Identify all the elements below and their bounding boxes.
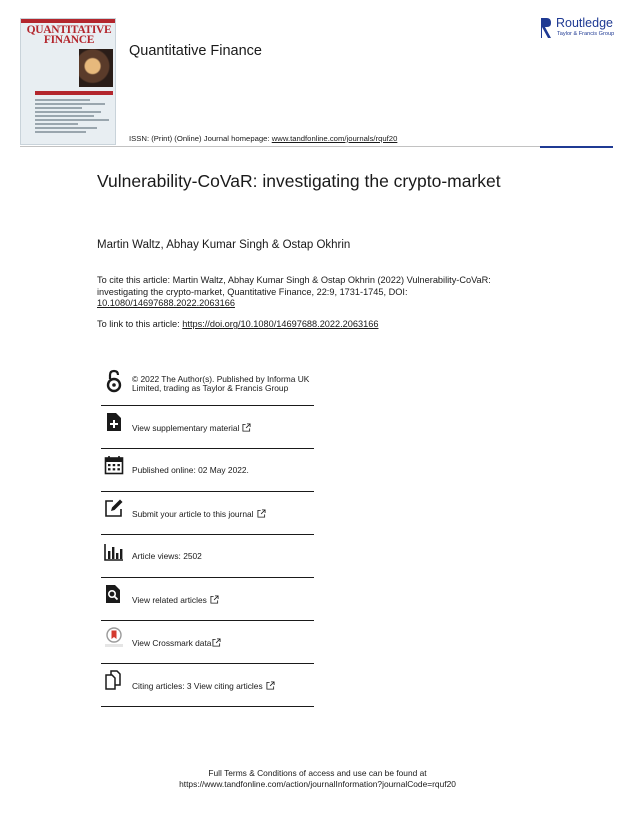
routledge-r-icon xyxy=(541,18,551,38)
article-authors: Martin Waltz, Abhay Kumar Singh & Ostap … xyxy=(97,239,351,251)
crossmark-link[interactable]: View Crossmark data xyxy=(132,638,221,648)
issn-line: ISSN: (Print) (Online) Journal homepage:… xyxy=(129,134,397,143)
citing-label: Citing articles: 3 View citing articles xyxy=(132,681,263,691)
submit-link[interactable]: Submit your article to this journal xyxy=(132,509,266,519)
external-link-icon xyxy=(266,681,275,690)
cover-contents-lines xyxy=(35,99,113,135)
cover-title: QUANTITATIVE FINANCE xyxy=(26,24,112,46)
views-row: Article views: 2502 xyxy=(101,535,314,578)
issn-text: ISSN: (Print) (Online) Journal homepage: xyxy=(129,134,272,143)
publisher-logo: Routledge Taylor & Francis Group xyxy=(540,16,620,42)
search-document-icon xyxy=(106,585,120,603)
published-row: Published online: 02 May 2022. xyxy=(101,449,314,492)
external-link-icon xyxy=(242,423,251,432)
journal-cover-image: QUANTITATIVE FINANCE xyxy=(20,18,116,145)
related-link[interactable]: View related articles xyxy=(132,595,219,605)
submit-row[interactable]: Submit your article to this journal xyxy=(101,492,314,535)
terms-text: Full Terms & Conditions of access and us… xyxy=(208,768,427,778)
terms-url[interactable]: https://www.tandfonline.com/action/journ… xyxy=(0,779,635,790)
open-access-icon xyxy=(106,369,122,393)
crossmark-label: View Crossmark data xyxy=(132,638,212,648)
journal-name: Quantitative Finance xyxy=(129,43,262,59)
license-row: © 2022 The Author(s). Published by Infor… xyxy=(101,364,314,406)
citation-doi-link[interactable]: 10.1080/14697688.2022.2063166 xyxy=(97,298,235,308)
cover-top-strip xyxy=(21,19,115,23)
crossmark-icon xyxy=(105,627,123,647)
submit-label: Submit your article to this journal xyxy=(132,509,254,519)
views-count: Article views: 2502 xyxy=(132,551,202,561)
external-link-icon xyxy=(210,595,219,604)
cover-artwork xyxy=(79,49,113,87)
cover-band xyxy=(35,91,113,95)
supplementary-label: View supplementary material xyxy=(132,423,240,433)
publisher-subtitle: Taylor & Francis Group xyxy=(557,31,615,37)
article-title: Vulnerability-CoVaR: investigating the c… xyxy=(97,171,501,191)
article-link-line: To link to this article: https://doi.org… xyxy=(97,319,378,329)
article-doi-link[interactable]: https://doi.org/10.1080/14697688.2022.20… xyxy=(182,319,378,329)
article-link-label: To link to this article: xyxy=(97,319,183,329)
external-link-icon xyxy=(212,638,221,647)
supplementary-row[interactable]: View supplementary material xyxy=(101,406,314,449)
edit-pencil-icon xyxy=(105,499,123,517)
license-text: © 2022 The Author(s). Published by Infor… xyxy=(132,374,310,393)
citation-block: To cite this article: Martin Waltz, Abha… xyxy=(97,275,527,310)
related-row[interactable]: View related articles xyxy=(101,578,314,621)
crossmark-row[interactable]: View Crossmark data xyxy=(101,621,314,664)
citing-row[interactable]: Citing articles: 3 View citing articles xyxy=(101,664,314,707)
citation-text: To cite this article: Martin Waltz, Abha… xyxy=(97,275,491,297)
supplementary-link[interactable]: View supplementary material xyxy=(132,423,251,433)
citing-link[interactable]: Citing articles: 3 View citing articles xyxy=(132,681,275,691)
header-divider-accent xyxy=(540,146,613,148)
related-label: View related articles xyxy=(132,595,207,605)
published-date: Published online: 02 May 2022. xyxy=(132,465,249,475)
calendar-icon xyxy=(104,456,124,475)
file-plus-icon xyxy=(107,413,121,431)
article-info-list: © 2022 The Author(s). Published by Infor… xyxy=(101,364,314,707)
header-divider xyxy=(20,146,540,147)
citing-documents-icon xyxy=(105,670,121,690)
publisher-name: Routledge xyxy=(556,16,613,30)
terms-footer: Full Terms & Conditions of access and us… xyxy=(0,768,635,790)
bar-chart-icon xyxy=(104,544,123,561)
journal-homepage-link[interactable]: www.tandfonline.com/journals/rquf20 xyxy=(272,134,398,143)
external-link-icon xyxy=(256,509,266,518)
